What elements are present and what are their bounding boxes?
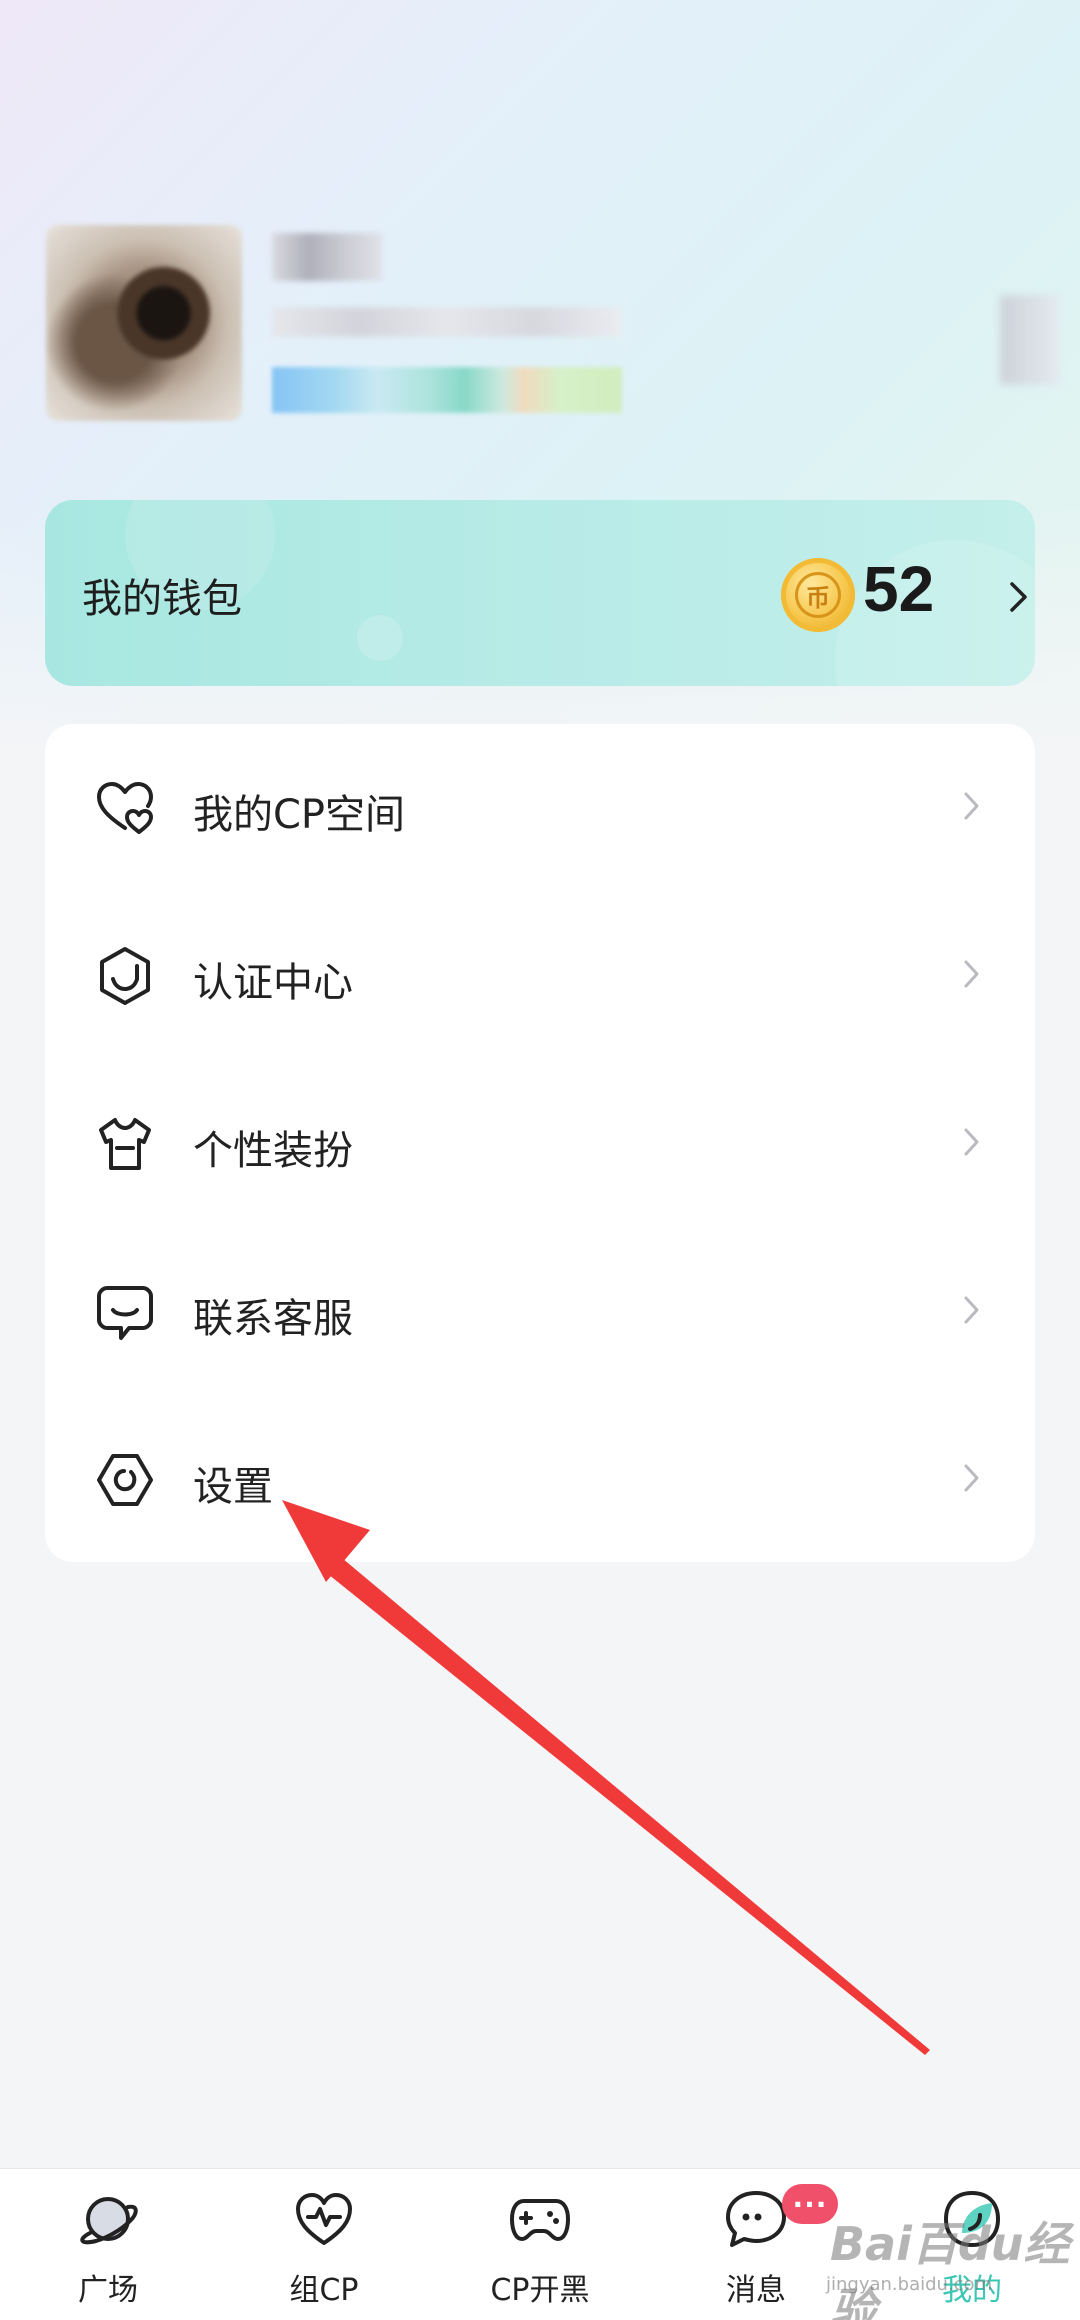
menu-item-cp-space[interactable]: 我的CP空间 (45, 724, 1035, 892)
menu-card: 我的CP空间 认证中心 个性装扮 联系客服 设置 (45, 724, 1035, 1562)
avatar[interactable] (46, 225, 242, 421)
tshirt-icon (99, 1118, 151, 1170)
planet-icon (80, 2197, 138, 2245)
menu-item-label: 认证中心 (193, 960, 353, 1006)
wallet-card[interactable]: 我的钱包 币 52 (45, 500, 1035, 686)
profile-header[interactable] (40, 225, 1060, 445)
coin-icon: 币 (781, 558, 855, 632)
profile-entry-blurred[interactable] (1000, 295, 1060, 385)
nav-item-group-cp[interactable]: 组CP (216, 2169, 432, 2320)
gear-icon (97, 1454, 153, 1506)
menu-item-label: 个性装扮 (193, 1128, 353, 1174)
username-blurred (272, 233, 382, 281)
watermark-url: jingyan.baidu.com (826, 2274, 993, 2295)
nav-label: CP开黑 (490, 2273, 590, 2308)
menu-item-label: 联系客服 (193, 1296, 353, 1342)
chevron-right-icon (1010, 582, 1027, 612)
menu-item-label: 我的CP空间 (193, 792, 406, 838)
menu-item-verification[interactable]: 认证中心 (45, 892, 1035, 1060)
chevron-right-icon (964, 960, 979, 988)
chat-icon (97, 1286, 153, 1340)
menu-item-settings[interactable]: 设置 (45, 1396, 1035, 1564)
chevron-right-icon (964, 1296, 979, 1324)
nav-label: 组CP (289, 2273, 359, 2308)
chevron-right-icon (964, 1464, 979, 1492)
heartbeat-icon (296, 2193, 352, 2245)
coin-symbol: 币 (795, 572, 841, 618)
chevron-right-icon (964, 792, 979, 820)
wallet-decoration (357, 615, 403, 661)
wallet-title: 我的钱包 (82, 576, 242, 622)
menu-item-dress-up[interactable]: 个性装扮 (45, 1060, 1035, 1228)
message-icon (726, 2191, 786, 2247)
nav-item-cp-game[interactable]: CP开黑 (432, 2169, 648, 2320)
user-id-blurred (272, 307, 622, 337)
shield-icon (100, 947, 150, 1005)
heart-icon (97, 782, 153, 834)
menu-item-customer-service[interactable]: 联系客服 (45, 1228, 1035, 1396)
user-tags-blurred (272, 367, 622, 413)
chevron-right-icon (964, 1128, 979, 1156)
nav-label: 广场 (78, 2273, 138, 2308)
gamepad-icon (510, 2199, 570, 2241)
nav-item-square[interactable]: 广场 (0, 2169, 216, 2320)
coin-balance: 52 (863, 553, 935, 625)
watermark: Bai百du经验 (830, 2217, 1070, 2320)
menu-item-label: 设置 (193, 1464, 273, 1510)
